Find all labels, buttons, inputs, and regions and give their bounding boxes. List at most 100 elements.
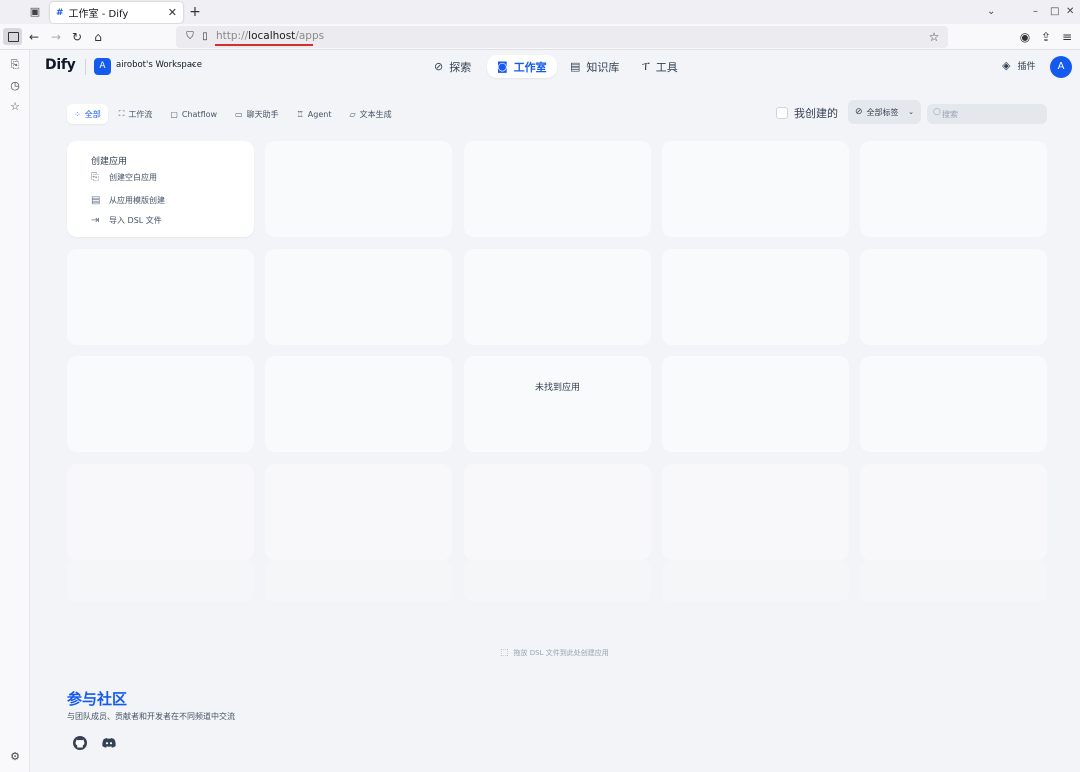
search-input[interactable] xyxy=(942,106,1042,122)
tab-overflow-chevron-icon[interactable]: ⌄ xyxy=(987,5,995,19)
created-by-me-toggle[interactable]: 我创建的 xyxy=(776,105,838,121)
sidebar-toggle-icon[interactable] xyxy=(3,28,22,45)
url-text[interactable]: http://localhost/apps xyxy=(216,30,324,42)
placeholder-card xyxy=(662,464,849,560)
synced-tabs-icon[interactable]: ⎘ xyxy=(8,58,22,72)
nav-tools[interactable]: ፐ 工具 xyxy=(632,55,688,78)
filter-tab-chatflow[interactable]: ▢ Chatflow xyxy=(163,104,224,124)
chevron-down-icon: ⌄ xyxy=(908,108,914,116)
import-icon: ⇥ xyxy=(91,215,100,226)
nav-studio-label: 工作室 xyxy=(513,60,547,74)
maximize-icon[interactable]: □ xyxy=(1050,5,1059,19)
dsl-drop-hint: ⬚ 拖放 DSL 文件到此处创建应用 xyxy=(500,648,609,658)
created-by-me-checkbox[interactable] xyxy=(776,107,788,119)
tab-list-icon[interactable]: ▣ xyxy=(28,5,42,19)
back-icon[interactable]: ← xyxy=(26,29,42,45)
github-icon[interactable] xyxy=(72,735,88,751)
chevron-down-icon[interactable]: ⌄ xyxy=(190,59,197,68)
workspace-divider xyxy=(85,59,86,75)
app-type-filters: ⁘ 全部 ⛶ 工作流 ▢ Chatflow ▭ 聊天助手 ♖ Agent ▱ 文… xyxy=(67,104,403,124)
bookmark-star-icon[interactable]: ☆ xyxy=(926,29,942,45)
placeholder-card xyxy=(860,249,1047,345)
plugins-button[interactable]: ◈ 插件 xyxy=(1002,59,1035,72)
placeholder-card xyxy=(662,560,849,602)
filter-tab-chatbot-label: 聊天助手 xyxy=(246,109,279,119)
new-tab-icon[interactable]: + xyxy=(188,3,202,21)
placeholder-card xyxy=(67,464,254,560)
close-window-icon[interactable]: ✕ xyxy=(1066,5,1074,19)
placeholder-card xyxy=(662,249,849,345)
placeholder-card xyxy=(662,141,849,237)
home-icon[interactable]: ⌂ xyxy=(90,29,106,45)
tab-favicon: # xyxy=(56,7,64,18)
placeholder-card xyxy=(265,141,452,237)
placeholder-card xyxy=(265,464,452,560)
placeholder-card xyxy=(860,464,1047,560)
nav-studio[interactable]: ◙ 工作室 xyxy=(487,55,557,78)
user-avatar[interactable]: A xyxy=(1050,56,1072,78)
account-icon[interactable]: ◉ xyxy=(1017,29,1033,45)
browser-nav-bar: ← → ↻ ⌂ ⛉ ▯ http://localhost/apps ☆ ◉ ⇪ … xyxy=(0,24,1080,50)
create-from-template-label: 从应用模版创建 xyxy=(109,196,165,205)
nav-knowledge-label: 知识库 xyxy=(586,60,620,74)
close-tab-icon[interactable]: ✕ xyxy=(168,6,177,19)
file-plus-icon: ⎘ xyxy=(91,172,99,183)
reload-icon[interactable]: ↻ xyxy=(69,29,85,45)
filter-tab-agent-label: Agent xyxy=(307,109,332,119)
history-icon[interactable]: ◷ xyxy=(8,79,22,93)
filter-tab-workflow-label: 工作流 xyxy=(128,109,153,119)
filter-tab-workflow[interactable]: ⛶ 工作流 xyxy=(112,104,160,124)
bookmarks-star-icon[interactable]: ☆ xyxy=(8,100,22,114)
shield-icon[interactable]: ⛉ xyxy=(182,29,198,45)
community-title: 参与社区 xyxy=(67,690,128,708)
forward-icon[interactable]: → xyxy=(48,29,64,45)
filter-tab-chatbot[interactable]: ▭ 聊天助手 xyxy=(228,104,286,124)
compass-icon: ⊘ xyxy=(434,60,444,73)
tag-filter-label: 全部标签 xyxy=(866,107,899,117)
hammer-icon: ፐ xyxy=(642,59,650,73)
drag-file-icon: ⬚ xyxy=(500,648,509,658)
page-info-icon[interactable]: ▯ xyxy=(197,29,213,45)
filter-tab-completion-label: 文本生成 xyxy=(359,109,392,119)
tag-icon: ⊘ xyxy=(855,107,863,117)
dify-logo[interactable]: Dify xyxy=(45,57,76,73)
created-by-me-label: 我创建的 xyxy=(794,107,838,120)
nav-knowledge[interactable]: ▤ 知识库 xyxy=(560,55,629,78)
placeholder-card xyxy=(860,356,1047,452)
filter-tab-completion[interactable]: ▱ 文本生成 xyxy=(342,104,398,124)
placeholder-card xyxy=(464,560,651,602)
settings-gear-icon[interactable]: ⚙ xyxy=(8,750,22,764)
extensions-icon[interactable]: ⇪ xyxy=(1038,29,1054,45)
tag-filter-dropdown[interactable]: ⊘ 全部标签 ⌄ xyxy=(848,100,921,124)
url-path: /apps xyxy=(295,30,325,42)
url-bar[interactable]: ⛉ ▯ http://localhost/apps ☆ xyxy=(176,26,948,48)
create-from-template[interactable]: ▤ 从应用模版创建 xyxy=(91,195,165,206)
template-icon: ▤ xyxy=(91,195,101,206)
dsl-drop-hint-text: 拖放 DSL 文件到此处创建应用 xyxy=(513,649,609,657)
placeholder-card xyxy=(662,356,849,452)
create-app-card: 创建应用 ⎘ 创建空白应用 ▤ 从应用模版创建 ⇥ 导入 DSL 文件 xyxy=(67,141,254,237)
url-annotation-underline xyxy=(215,44,313,46)
placeholder-card xyxy=(265,356,452,452)
placeholder-card xyxy=(464,141,651,237)
workspace-avatar[interactable]: A xyxy=(94,58,111,75)
create-blank-app[interactable]: ⎘ 创建空白应用 xyxy=(91,172,157,183)
filter-tab-agent[interactable]: ♖ Agent xyxy=(290,104,339,124)
browser-tab[interactable]: # 工作室 - Dify ✕ xyxy=(50,2,183,23)
placeholder-card xyxy=(265,249,452,345)
placeholder-card xyxy=(67,356,254,452)
minimize-icon[interactable]: – xyxy=(1033,5,1038,19)
chat-bubble-icon: ▭ xyxy=(235,109,243,119)
import-dsl-file[interactable]: ⇥ 导入 DSL 文件 xyxy=(91,215,162,226)
placeholder-card xyxy=(265,560,452,602)
filter-tab-all[interactable]: ⁘ 全部 xyxy=(67,104,108,124)
nav-explore-label: 探索 xyxy=(449,60,472,74)
discord-icon[interactable] xyxy=(101,735,117,751)
nav-explore[interactable]: ⊘ 探索 xyxy=(424,55,481,78)
app-header: Dify A airobot's Workspace ⌄ ⊘ 探索 ◙ 工作室 … xyxy=(30,50,1080,84)
browser-sidebar: ⎘ ◷ ☆ ⚙ xyxy=(0,50,30,772)
menu-icon[interactable]: ≡ xyxy=(1059,29,1075,45)
import-dsl-file-label: 导入 DSL 文件 xyxy=(109,216,162,225)
search-box[interactable]: ○ xyxy=(927,104,1047,124)
grid-icon: ⁘ xyxy=(74,109,81,119)
